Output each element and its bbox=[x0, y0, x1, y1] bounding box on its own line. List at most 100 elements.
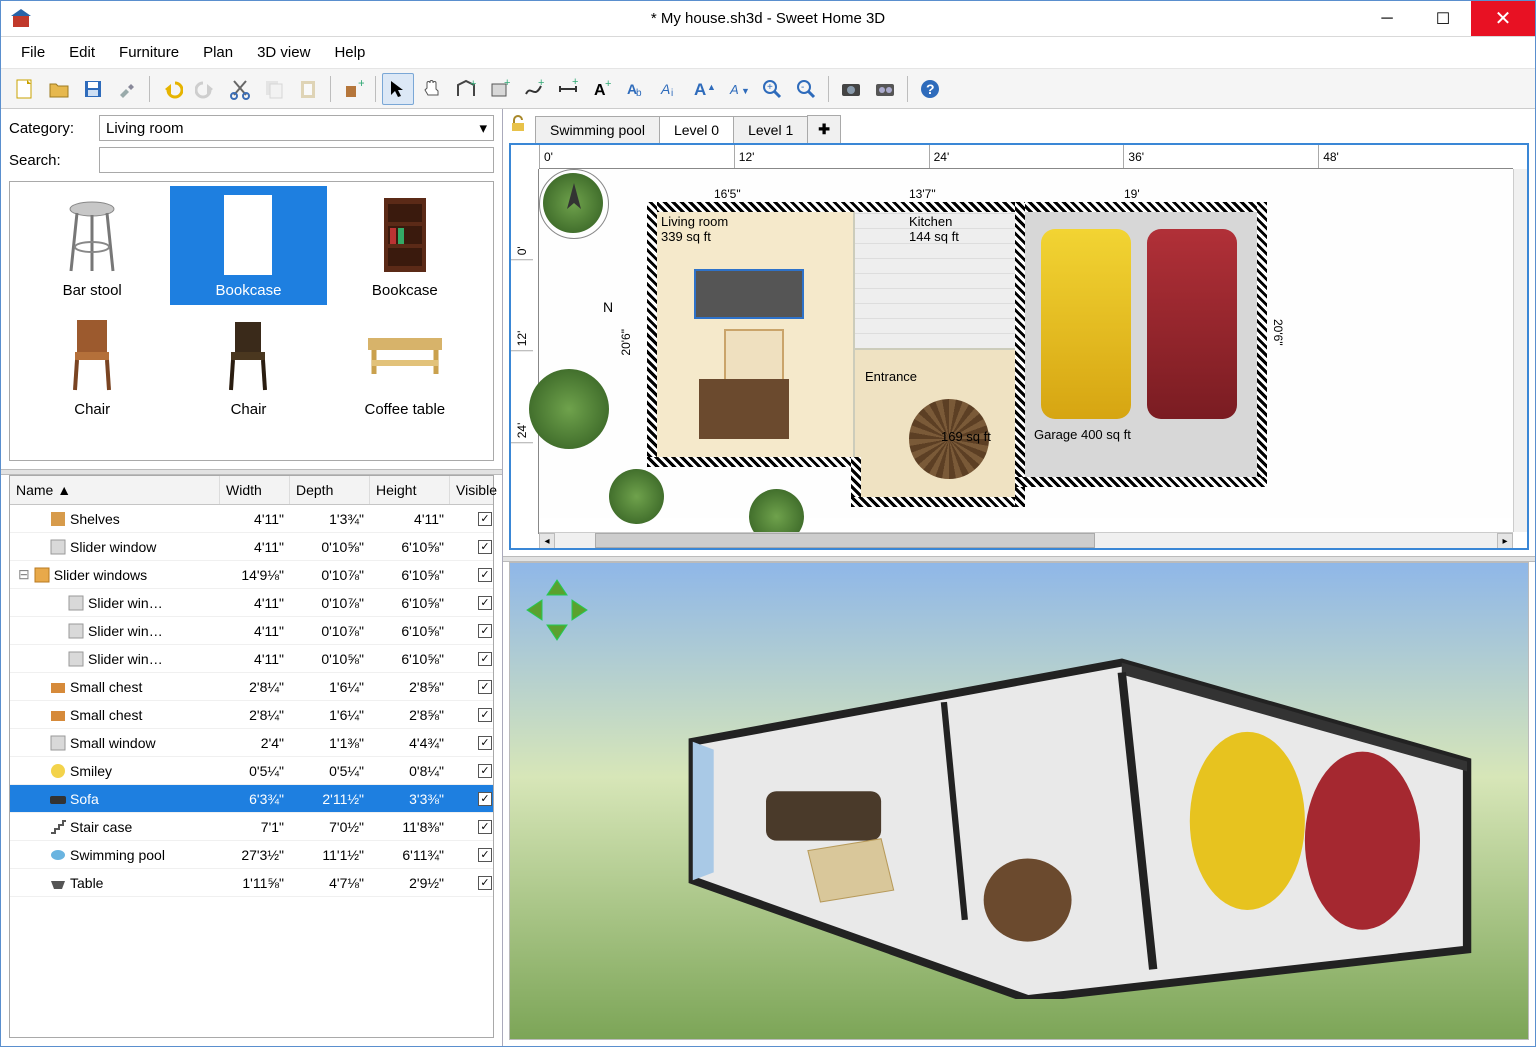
text-increase-icon[interactable]: A▲ bbox=[688, 73, 720, 105]
photo-icon[interactable] bbox=[835, 73, 867, 105]
search-input[interactable] bbox=[99, 147, 494, 173]
tab-level-0[interactable]: Level 0 bbox=[659, 116, 734, 143]
plan-scroll-vertical[interactable] bbox=[1513, 169, 1527, 532]
cut-icon[interactable] bbox=[224, 73, 256, 105]
visible-checkbox[interactable]: ✓ bbox=[478, 680, 492, 694]
maximize-button[interactable]: ☐ bbox=[1415, 1, 1471, 36]
table-row[interactable]: Slider win…4'11"0'10⅞"6'10⅝"✓ bbox=[10, 617, 493, 645]
table-row[interactable]: Sofa6'3¾"2'11½"3'3⅜"✓ bbox=[10, 785, 493, 813]
create-dimension-icon[interactable]: + bbox=[552, 73, 584, 105]
sofa-selected[interactable] bbox=[694, 269, 804, 319]
nav-3d-icon[interactable] bbox=[522, 575, 592, 645]
visible-checkbox[interactable]: ✓ bbox=[478, 596, 492, 610]
table-row[interactable]: ⊟Slider windows14'9⅛"0'10⅞"6'10⅝"✓ bbox=[10, 561, 493, 589]
table-row[interactable]: Small chest2'8¼"1'6¼"2'8⅝"✓ bbox=[10, 673, 493, 701]
view-3d[interactable] bbox=[509, 562, 1529, 1040]
zoom-in-icon[interactable]: + bbox=[756, 73, 788, 105]
menu-3dview[interactable]: 3D view bbox=[247, 40, 320, 65]
zoom-out-icon[interactable]: - bbox=[790, 73, 822, 105]
visible-checkbox[interactable]: ✓ bbox=[478, 848, 492, 862]
menu-plan[interactable]: Plan bbox=[193, 40, 243, 65]
dining-table[interactable] bbox=[699, 379, 789, 439]
create-text-icon[interactable]: A+ bbox=[586, 73, 618, 105]
save-icon[interactable] bbox=[77, 73, 109, 105]
menu-help[interactable]: Help bbox=[324, 40, 375, 65]
wall bbox=[851, 497, 1023, 507]
create-room-icon[interactable]: + bbox=[484, 73, 516, 105]
svg-text:▼: ▼ bbox=[741, 86, 749, 96]
create-polyline-icon[interactable]: + bbox=[518, 73, 550, 105]
visible-checkbox[interactable]: ✓ bbox=[478, 876, 492, 890]
visible-checkbox[interactable]: ✓ bbox=[478, 540, 492, 554]
text-italic-icon[interactable]: Ai bbox=[654, 73, 686, 105]
table-row[interactable]: Shelves4'11"1'3¾"4'11"✓ bbox=[10, 505, 493, 533]
tab-swimming-pool[interactable]: Swimming pool bbox=[535, 116, 660, 143]
table-row[interactable]: Swimming pool27'3½"11'1½"6'11¾"✓ bbox=[10, 841, 493, 869]
lock-icon[interactable] bbox=[509, 115, 527, 133]
text-decrease-icon[interactable]: A▼ bbox=[722, 73, 754, 105]
catalog-item[interactable]: Bar stool bbox=[14, 186, 170, 305]
label-kitchen: Kitchen 144 sq ft bbox=[909, 214, 959, 244]
table-row[interactable]: Slider win…4'11"0'10⅞"6'10⅝"✓ bbox=[10, 589, 493, 617]
visible-checkbox[interactable]: ✓ bbox=[478, 652, 492, 666]
catalog-item[interactable]: Chair bbox=[14, 305, 170, 424]
catalog-grid[interactable]: Bar stoolBookcaseBookcaseChairChairCoffe… bbox=[9, 181, 494, 461]
video-icon[interactable] bbox=[869, 73, 901, 105]
add-furniture-icon[interactable]: + bbox=[337, 73, 369, 105]
col-height[interactable]: Height bbox=[370, 476, 450, 504]
table-row[interactable]: Smiley0'5¼"0'5¼"0'8¼"✓ bbox=[10, 757, 493, 785]
plan-tabs: Swimming pool Level 0 Level 1 ✚ bbox=[503, 109, 1535, 143]
visible-checkbox[interactable]: ✓ bbox=[478, 820, 492, 834]
plan-canvas[interactable]: N bbox=[539, 169, 1513, 518]
open-icon[interactable] bbox=[43, 73, 75, 105]
catalog-thumb bbox=[205, 311, 291, 397]
tab-add[interactable]: ✚ bbox=[807, 115, 841, 143]
visible-checkbox[interactable]: ✓ bbox=[478, 764, 492, 778]
menu-file[interactable]: File bbox=[11, 40, 55, 65]
paste-icon[interactable] bbox=[292, 73, 324, 105]
row-icon bbox=[50, 735, 66, 751]
plan-scroll-horizontal[interactable]: ◂▸ bbox=[539, 532, 1513, 548]
visible-checkbox[interactable]: ✓ bbox=[478, 736, 492, 750]
visible-checkbox[interactable]: ✓ bbox=[478, 512, 492, 526]
visible-checkbox[interactable]: ✓ bbox=[478, 792, 492, 806]
table-row[interactable]: Small chest2'8¼"1'6¼"2'8⅝"✓ bbox=[10, 701, 493, 729]
redo-icon[interactable] bbox=[190, 73, 222, 105]
wall bbox=[647, 202, 1267, 212]
table-header[interactable]: Name ▲ Width Depth Height Visible bbox=[10, 476, 493, 505]
plan-view[interactable]: 0' 12' 24' 36' 48' 0' 12' 24' bbox=[509, 143, 1529, 550]
select-tool-icon[interactable] bbox=[382, 73, 414, 105]
catalog-item[interactable]: Chair bbox=[170, 305, 326, 424]
help-icon[interactable]: ? bbox=[914, 73, 946, 105]
compass-icon bbox=[539, 169, 609, 239]
close-button[interactable]: ✕ bbox=[1471, 1, 1535, 36]
menu-furniture[interactable]: Furniture bbox=[109, 40, 189, 65]
table-row[interactable]: Small window2'4"1'1⅜"4'4¾"✓ bbox=[10, 729, 493, 757]
minimize-button[interactable]: ─ bbox=[1359, 1, 1415, 36]
catalog-item[interactable]: Bookcase bbox=[170, 186, 326, 305]
catalog-item[interactable]: Bookcase bbox=[327, 186, 483, 305]
car-red[interactable] bbox=[1147, 229, 1237, 419]
table-row[interactable]: Slider window4'11"0'10⅝"6'10⅝"✓ bbox=[10, 533, 493, 561]
menu-edit[interactable]: Edit bbox=[59, 40, 105, 65]
copy-icon[interactable] bbox=[258, 73, 290, 105]
car-yellow[interactable] bbox=[1041, 229, 1131, 419]
undo-icon[interactable] bbox=[156, 73, 188, 105]
text-bold-icon[interactable]: Ab bbox=[620, 73, 652, 105]
col-name[interactable]: Name ▲ bbox=[10, 476, 220, 504]
category-combo[interactable]: Living room ▾ bbox=[99, 115, 494, 141]
catalog-item[interactable]: Coffee table bbox=[327, 305, 483, 424]
new-icon[interactable] bbox=[9, 73, 41, 105]
create-walls-icon[interactable]: + bbox=[450, 73, 482, 105]
table-row[interactable]: Slider win…4'11"0'10⅝"6'10⅝"✓ bbox=[10, 645, 493, 673]
visible-checkbox[interactable]: ✓ bbox=[478, 624, 492, 638]
col-width[interactable]: Width bbox=[220, 476, 290, 504]
visible-checkbox[interactable]: ✓ bbox=[478, 708, 492, 722]
table-row[interactable]: Table1'11⅝"4'7⅛"2'9½"✓ bbox=[10, 869, 493, 897]
tab-level-1[interactable]: Level 1 bbox=[733, 116, 808, 143]
pan-tool-icon[interactable] bbox=[416, 73, 448, 105]
preferences-icon[interactable] bbox=[111, 73, 143, 105]
col-depth[interactable]: Depth bbox=[290, 476, 370, 504]
table-row[interactable]: Stair case7'1"7'0½"11'8⅜"✓ bbox=[10, 813, 493, 841]
visible-checkbox[interactable]: ✓ bbox=[478, 568, 492, 582]
